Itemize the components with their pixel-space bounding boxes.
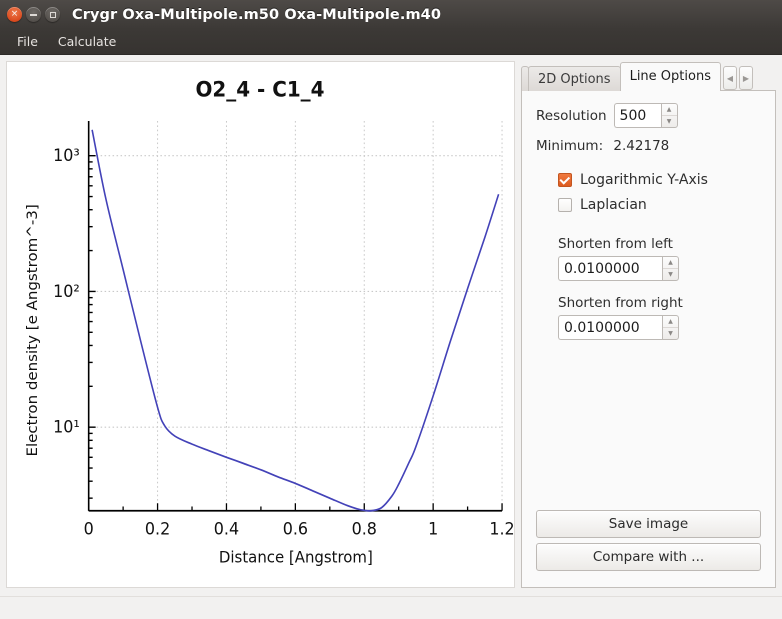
- shorten-right-label: Shorten from right: [558, 295, 683, 311]
- resolution-step-up[interactable]: ▲: [661, 104, 677, 116]
- x-tick-label: 0.2: [145, 519, 170, 539]
- resolution-label: Resolution: [536, 107, 607, 124]
- close-button[interactable]: ×: [7, 7, 22, 22]
- x-axis-title: Distance [Angstrom]: [219, 548, 373, 567]
- minimize-button[interactable]: [26, 7, 41, 22]
- laplacian-label: Laplacian: [580, 197, 647, 213]
- minimum-value: 2.42178: [613, 138, 670, 154]
- shorten-left-label: Shorten from left: [558, 236, 673, 252]
- minimum-row: Minimum: 2.42178: [536, 138, 761, 154]
- y-axis-title: Electron density [e Angstrom^-3]: [25, 204, 40, 456]
- shorten-right-step-down[interactable]: ▼: [663, 328, 678, 339]
- x-tick-label: 0.6: [283, 519, 308, 539]
- line-options-page: Resolution ▲ ▼ Minimum: 2.42178: [521, 90, 776, 588]
- resolution-input[interactable]: [613, 103, 661, 128]
- maximize-button[interactable]: [45, 7, 60, 22]
- tab-2d-options[interactable]: 2D Options: [528, 66, 621, 91]
- save-image-button[interactable]: Save image: [536, 510, 761, 538]
- shorten-right-spinner[interactable]: ▲ ▼: [558, 315, 761, 340]
- log-y-axis-row[interactable]: Logarithmic Y-Axis: [558, 172, 761, 188]
- resolution-stepper[interactable]: ▲ ▼: [660, 103, 678, 128]
- x-tick-label: 0.8: [352, 519, 377, 539]
- menu-bar: File Calculate: [0, 29, 782, 55]
- log-y-axis-label: Logarithmic Y-Axis: [580, 172, 708, 188]
- shorten-left-stepper[interactable]: ▲ ▼: [662, 256, 679, 281]
- plot-canvas[interactable]: O2_4 - C1_4 0 0.2 0.4 0.6 0.8 1 1.2 10³ 10² 10¹ …: [6, 61, 515, 588]
- minimum-label: Minimum:: [536, 138, 604, 154]
- resolution-row: Resolution ▲ ▼: [536, 103, 761, 128]
- y-tick-label: 10¹: [53, 417, 80, 437]
- maximize-icon: [49, 11, 56, 18]
- compare-with-button[interactable]: Compare with ...: [536, 543, 761, 571]
- shorten-left-step-up[interactable]: ▲: [663, 257, 678, 269]
- plot-svg: O2_4 - C1_4 0 0.2 0.4 0.6 0.8 1 1.2 10³10²10¹ …: [7, 62, 514, 587]
- log-y-axis-checkbox[interactable]: [558, 173, 572, 187]
- tab-strip: 2D Options Line Options ◀ ▶: [521, 61, 776, 91]
- laplacian-row[interactable]: Laplacian: [558, 197, 761, 213]
- laplacian-checkbox[interactable]: [558, 198, 572, 212]
- window-title: Crygr Oxa-Multipole.m50 Oxa-Multipole.m4…: [72, 6, 442, 23]
- main-content: O2_4 - C1_4 0 0.2 0.4 0.6 0.8 1 1.2 10³ 10² 10¹ …: [0, 55, 782, 596]
- shorten-right-stepper[interactable]: ▲ ▼: [662, 315, 679, 340]
- shorten-left-input[interactable]: [558, 256, 662, 281]
- options-panel: 2D Options Line Options ◀ ▶ Resolution ▲…: [521, 61, 776, 588]
- shorten-right-group: Shorten from right ▲ ▼: [558, 281, 761, 340]
- application-window: × Crygr Oxa-Multipole.m50 Oxa-Multipole.…: [0, 0, 782, 619]
- title-bar: × Crygr Oxa-Multipole.m50 Oxa-Multipole.…: [0, 0, 782, 29]
- tab-scroll-controls: ◀ ▶: [722, 66, 753, 90]
- y-tick-label: 10²: [53, 281, 80, 301]
- chart-title: O2_4 - C1_4: [195, 77, 324, 102]
- y-tick-label: 10³: [53, 146, 80, 166]
- menu-item-calculate[interactable]: Calculate: [49, 31, 125, 52]
- resolution-spinner[interactable]: ▲ ▼: [613, 103, 678, 128]
- resolution-step-down[interactable]: ▼: [662, 116, 677, 127]
- x-tick-label: 1: [428, 519, 438, 539]
- shorten-left-group: Shorten from left ▲ ▼: [558, 222, 761, 281]
- tab-scroll-right-button[interactable]: ▶: [738, 66, 753, 90]
- shorten-left-spinner[interactable]: ▲ ▼: [558, 256, 761, 281]
- x-tick-label: 0: [84, 519, 94, 539]
- shorten-left-step-down[interactable]: ▼: [663, 269, 678, 280]
- menu-item-file[interactable]: File: [8, 31, 47, 52]
- tab-scroll-left-button[interactable]: ◀: [722, 66, 737, 90]
- window-controls: ×: [0, 7, 60, 22]
- close-icon: ×: [10, 9, 19, 19]
- action-buttons: Save image Compare with ...: [536, 510, 761, 577]
- shorten-right-step-up[interactable]: ▲: [663, 316, 678, 328]
- tab-line-options[interactable]: Line Options: [619, 62, 721, 91]
- shorten-right-input[interactable]: [558, 315, 662, 340]
- x-tick-label: 0.4: [214, 519, 239, 539]
- x-tick-label: 1.2: [489, 519, 514, 539]
- status-bar: [0, 596, 782, 619]
- minimize-icon: [30, 13, 37, 16]
